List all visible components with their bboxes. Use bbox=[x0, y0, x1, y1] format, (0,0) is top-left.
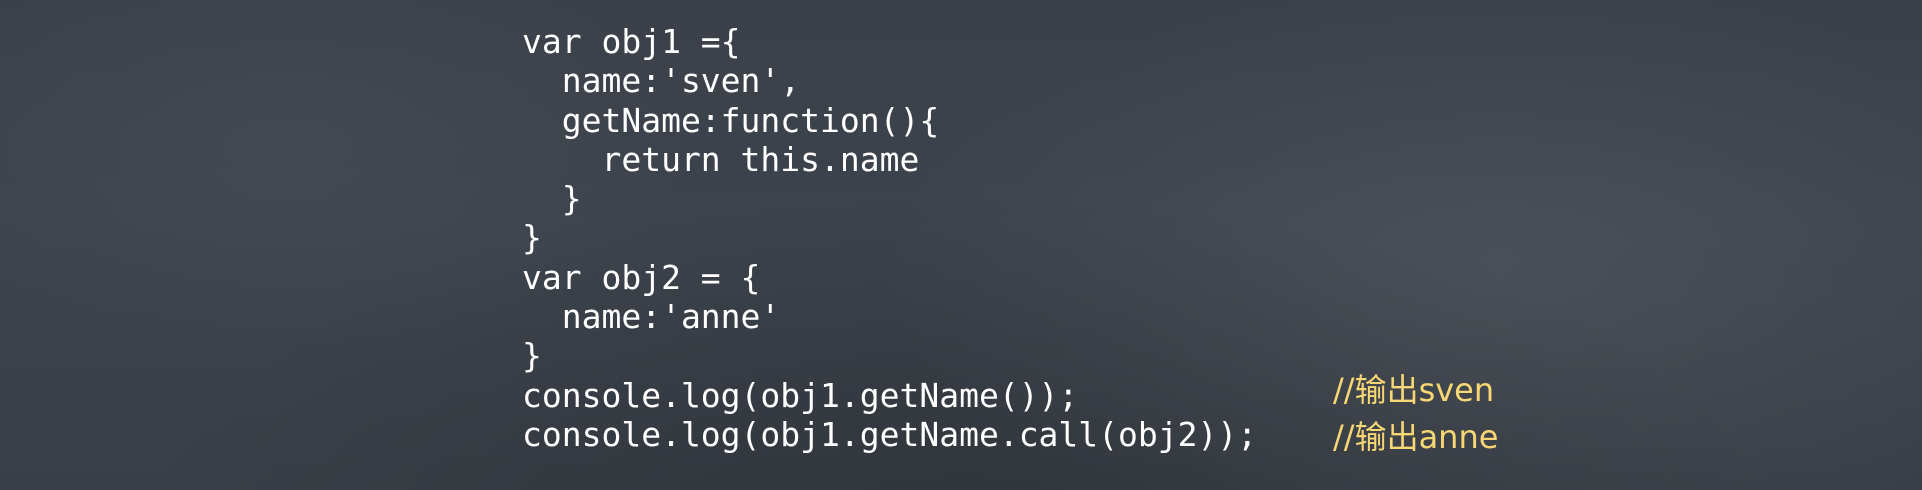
code-line: var obj1 ={ bbox=[522, 22, 741, 61]
code-line: name:'sven', bbox=[522, 61, 801, 101]
output-comment-sven: //输出sven bbox=[1333, 371, 1495, 409]
code-line: getName:function(){ bbox=[522, 100, 940, 140]
code-block: var obj1 ={ name:'sven', getName:functio… bbox=[522, 22, 1257, 454]
code-line: name:'anne' bbox=[522, 297, 781, 337]
code-line: console.log(obj1.getName()); bbox=[522, 375, 1079, 415]
code-line: } bbox=[522, 336, 542, 376]
code-line: console.log(obj1.getName.call(obj2)); bbox=[522, 414, 1258, 454]
code-line: var obj2 = { bbox=[522, 257, 761, 297]
code-line: return this.name bbox=[522, 139, 920, 179]
output-comment-anne: //输出anne bbox=[1333, 418, 1499, 456]
chalkboard-slide: var obj1 ={ name:'sven', getName:functio… bbox=[0, 0, 1922, 490]
code-line: } bbox=[522, 218, 542, 258]
code-line: } bbox=[522, 179, 582, 219]
